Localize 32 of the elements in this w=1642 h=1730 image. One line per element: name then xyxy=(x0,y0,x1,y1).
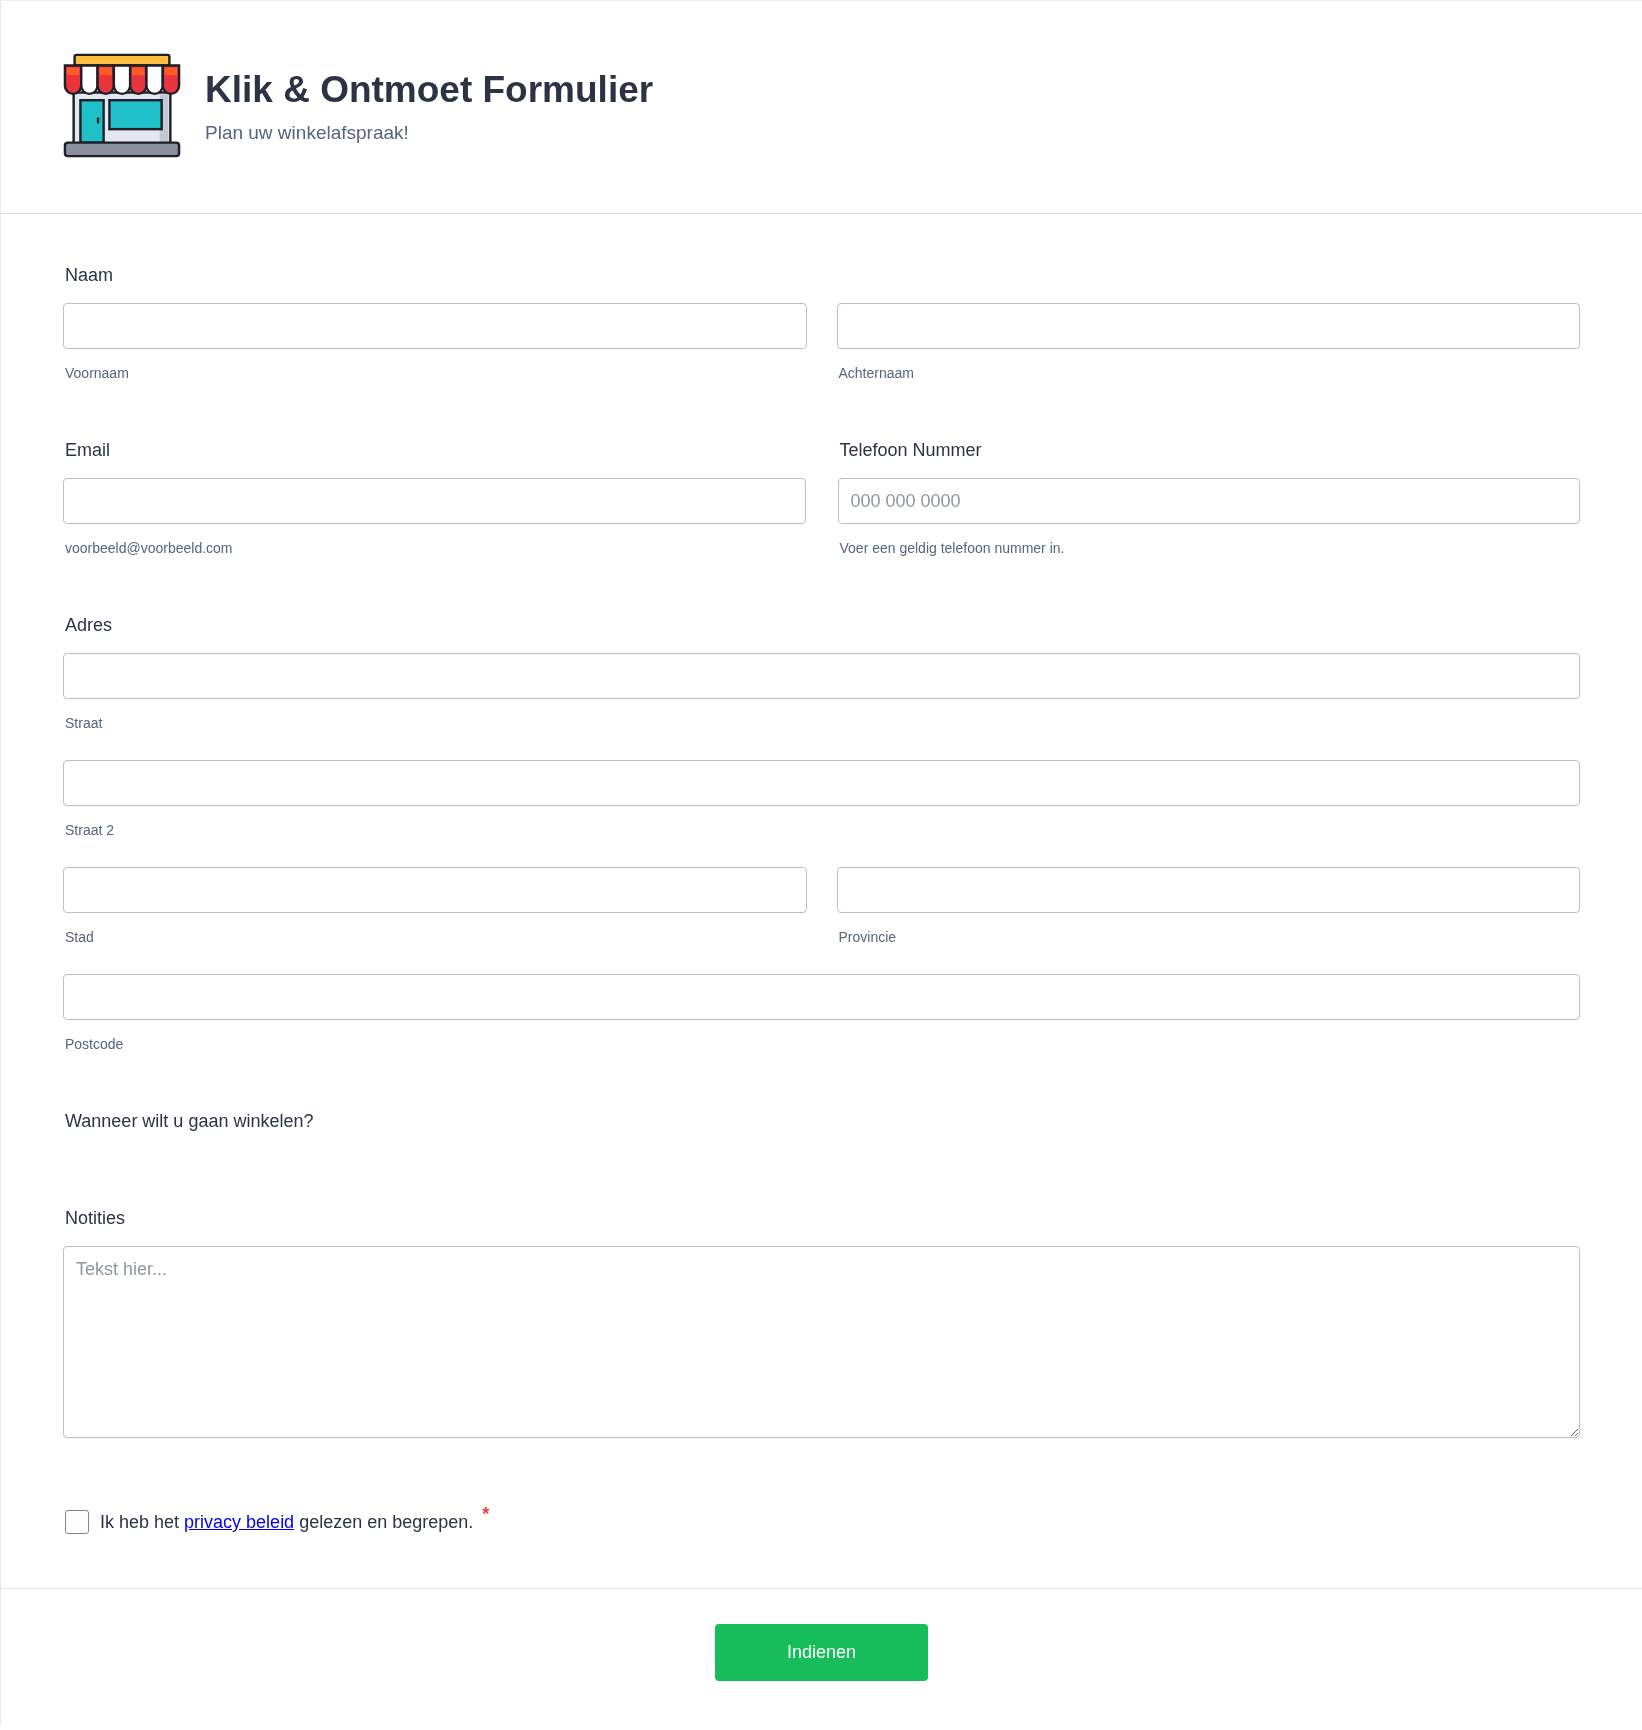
field-label: Naam xyxy=(64,264,113,286)
field-hint: voorbeeld@voorbeeld.com xyxy=(64,539,233,557)
field-hint: Voer een geldig telefoon nummer in. xyxy=(838,539,1065,557)
required-mark: * xyxy=(482,1504,490,1524)
field-label: Wanneer wilt u gaan winkelen? xyxy=(64,1110,314,1132)
field-hint: Postcode xyxy=(64,1035,124,1053)
field-hint: Achternaam xyxy=(837,364,914,382)
store-icon xyxy=(63,52,181,160)
field-hint: Stad xyxy=(64,928,94,946)
field-hint: Voornaam xyxy=(64,364,129,382)
field-hint: Straat xyxy=(64,714,103,732)
input-field[interactable] xyxy=(836,867,1580,913)
field-hint: Straat 2 xyxy=(64,821,115,839)
input-field[interactable] xyxy=(63,478,806,524)
input-field[interactable] xyxy=(63,303,807,349)
field-hint: Provincie xyxy=(837,928,897,946)
consent-text: Ik heb het privacy beleid gelezen en begrepen. xyxy=(100,1511,474,1534)
input-field[interactable] xyxy=(63,760,1580,806)
field-label: Notities xyxy=(64,1207,126,1229)
form-subtitle: Plan uw winkelafspraak! xyxy=(205,121,410,145)
privacy-link[interactable]: privacy beleid xyxy=(184,1512,295,1532)
field-label: Email xyxy=(64,439,110,461)
input-field[interactable] xyxy=(836,303,1580,349)
field-label: Telefoon Nummer xyxy=(838,439,982,461)
input-field[interactable] xyxy=(63,867,807,913)
input-field[interactable]: 000 000 0000 xyxy=(837,478,1580,524)
input-field[interactable] xyxy=(63,974,1580,1020)
form-title: Klik & Ontmoet Formulier xyxy=(205,68,654,112)
input-field[interactable] xyxy=(63,653,1580,699)
consent-checkbox[interactable] xyxy=(65,1510,89,1534)
notes-field[interactable]: Tekst hier... xyxy=(63,1246,1580,1438)
field-label: Adres xyxy=(64,614,113,636)
